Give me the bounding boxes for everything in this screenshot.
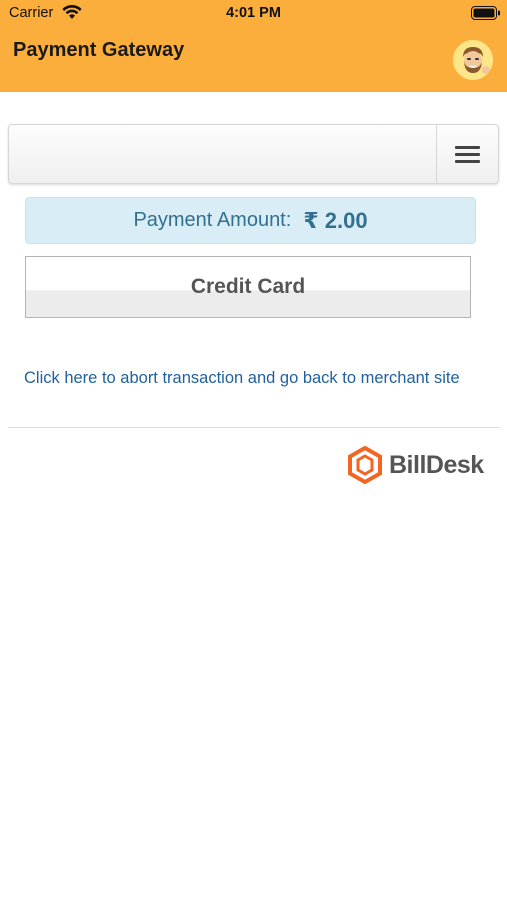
billdesk-wordmark: BillDesk — [389, 450, 484, 479]
status-time: 4:01 PM — [226, 5, 281, 21]
menu-button[interactable] — [436, 125, 498, 183]
payment-amount-label: Payment Amount: — [133, 209, 292, 231]
billdesk-logo: BillDesk — [347, 445, 484, 485]
navigation-header: Carrier 4:01 PM Payment Gateway — [0, 0, 507, 92]
credit-card-button[interactable]: Credit Card — [25, 256, 471, 318]
payment-gateway-screen: Carrier 4:01 PM Payment Gateway Payment … — [0, 0, 507, 900]
payment-toolbar — [8, 124, 499, 184]
page-title: Payment Gateway — [13, 39, 185, 61]
abort-transaction-link[interactable]: Click here to abort transaction and go b… — [24, 369, 460, 388]
battery-icon — [471, 6, 500, 20]
payment-amount-value: ₹ 2.00 — [303, 207, 368, 233]
payment-amount-banner: Payment Amount: ₹ 2.00 — [25, 197, 476, 244]
billdesk-hexagon-icon — [348, 446, 382, 484]
avatar[interactable] — [453, 40, 493, 80]
memoji-avatar-icon — [453, 40, 493, 80]
divider — [8, 427, 500, 428]
status-bar: Carrier 4:01 PM — [0, 0, 507, 28]
hamburger-menu-icon — [455, 142, 480, 167]
